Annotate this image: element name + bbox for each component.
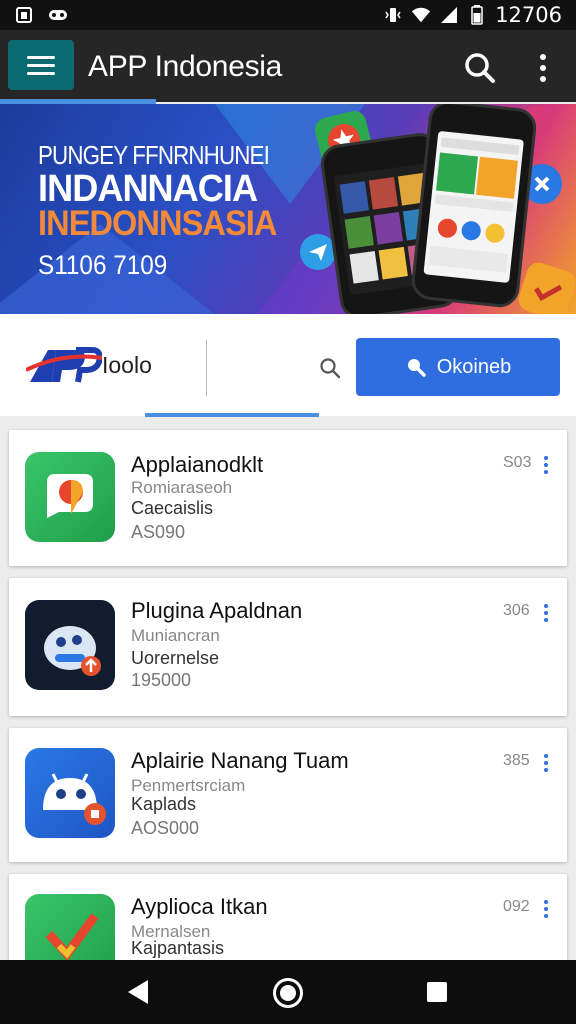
more-vert-icon: [544, 900, 548, 904]
game-icon: [48, 6, 68, 24]
app-count: S03: [503, 454, 532, 471]
tab-indicator: [145, 413, 319, 417]
app-count: 385: [503, 752, 530, 769]
app-card[interactable]: Ayplioca Itkan Mernalsen Kajpantasis 092: [9, 874, 567, 984]
recents-icon[interactable]: [427, 982, 447, 1002]
app-subtitle: Muniancran: [131, 626, 220, 645]
system-nav-bar: [0, 960, 576, 1024]
app-more-button[interactable]: [543, 900, 549, 918]
filter-search-button[interactable]: [318, 356, 342, 380]
app-more-button[interactable]: [543, 754, 549, 772]
battery-icon: [467, 5, 487, 25]
search-button[interactable]: [460, 48, 500, 88]
wifi-icon: [411, 6, 431, 24]
check-app-icon: [515, 259, 576, 314]
app-title: Ayplioca Itkan: [131, 894, 268, 919]
more-options-button[interactable]: [528, 48, 558, 88]
app-title: Plugina Apaldnan: [131, 598, 303, 623]
app-category: Uorernelse: [131, 648, 220, 668]
app-category: Kajpantasis: [131, 938, 225, 958]
more-vert-icon: [544, 604, 548, 608]
promo-banner[interactable]: PUNGEY FFNRNHUNEI INDANNACIA INEDONNSASI…: [0, 104, 576, 314]
banner-title-orange: INEDONNSASIA: [38, 204, 277, 243]
menu-icon: [27, 55, 55, 59]
app-price: AS090: [131, 522, 186, 542]
app-title: APP Indonesia: [88, 50, 283, 83]
more-vert-icon: [544, 456, 548, 460]
app-price: 195000: [131, 670, 192, 690]
app-card[interactable]: Aplairie Nanang Tuam Penmertsrciam Kapla…: [9, 728, 567, 862]
app-more-button[interactable]: [543, 456, 549, 474]
phone-image-light: [409, 104, 539, 310]
primary-search-button[interactable]: Okoineb: [356, 338, 560, 396]
more-vert-icon: [544, 754, 548, 758]
app-title: Applaianodklt: [131, 452, 264, 477]
app-card[interactable]: Applaianodklt Romiaraseoh Caecaislis AS0…: [9, 430, 567, 566]
brand-label: Ioolo: [102, 352, 152, 378]
primary-button-label: Okoineb: [436, 355, 512, 378]
notification-icon: [14, 6, 34, 24]
app-logo[interactable]: [25, 344, 103, 388]
app-price: AOS000: [131, 818, 200, 838]
signal-icon: [439, 6, 459, 24]
robot-app-icon: [25, 600, 115, 690]
vibrate-icon: [383, 6, 403, 24]
app-count: 092: [503, 898, 530, 915]
search-icon: [465, 53, 495, 83]
banner-headline: PUNGEY FFNRNHUNEI: [38, 140, 270, 170]
status-bar: 12706: [0, 0, 576, 30]
android-app-icon: [25, 748, 115, 838]
app-bar: APP Indonesia: [0, 30, 576, 102]
divider: [206, 340, 207, 396]
app-count: 306: [503, 602, 530, 619]
status-time: 12706: [495, 3, 562, 27]
map-pin-app-icon: [25, 452, 115, 542]
search-icon: [320, 358, 341, 379]
home-icon[interactable]: [273, 978, 303, 1008]
app-subtitle: Penmertsrciam: [131, 776, 246, 795]
back-icon[interactable]: [128, 980, 148, 1004]
app-subtitle: Romiaraseoh: [131, 478, 233, 497]
app-category: Caecaislis: [131, 498, 214, 518]
search-icon: [407, 359, 426, 377]
menu-button[interactable]: [8, 40, 74, 90]
app-category: Kaplads: [131, 794, 197, 814]
app-more-button[interactable]: [543, 604, 549, 622]
banner-number: S1106 7109: [38, 250, 168, 280]
app-card[interactable]: Plugina Apaldnan Muniancran Uorernelse 1…: [9, 578, 567, 716]
more-vert-icon: [540, 54, 546, 60]
app-title: Aplairie Nanang Tuam: [131, 748, 349, 773]
